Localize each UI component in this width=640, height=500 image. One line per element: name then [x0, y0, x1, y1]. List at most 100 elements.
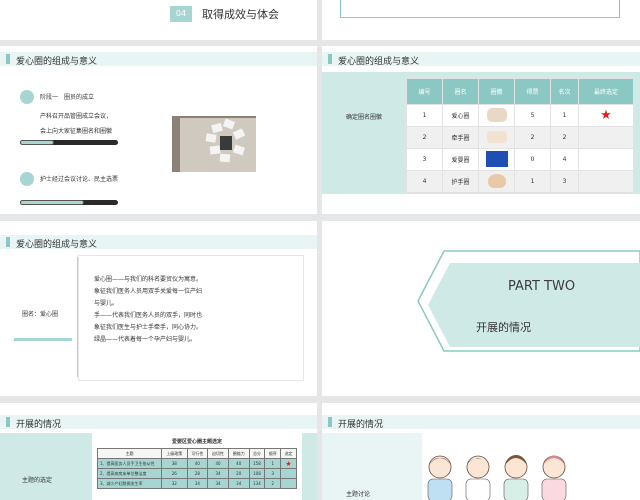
col-header: 编号: [406, 78, 443, 105]
cell-votes: 0: [514, 148, 551, 171]
cell-name: 爱心圈: [442, 104, 479, 127]
description: 爱心圈——与我们的科名要贸仪为寓意。 象征我们医务人员用双手关爱每一位产妇 与婴…: [94, 275, 294, 344]
slide-3[interactable]: 爱心圈的组成与意义 阶段一 圈员的成立 产科召开品管圈成立会议， 会上向大家征集…: [0, 46, 317, 214]
name-label: 圈名：爱心圈: [22, 311, 59, 318]
section-number-box: 04: [170, 6, 192, 22]
photo-board: [172, 116, 256, 172]
star-icon: ★: [600, 108, 612, 123]
table-row: 3、减少产妇跌倒发生率 32 34 34 34 134 2: [97, 478, 297, 489]
cell-no: 1: [406, 104, 443, 127]
baby-hands-icon: [485, 150, 508, 167]
slide-1[interactable]: 04 取得成效与体会: [0, 0, 317, 40]
cell: 2: [264, 478, 282, 489]
desc-line: 爱心圈——与我们的科名要贸仪为寓意。: [94, 276, 203, 283]
col-header: 圈名: [442, 78, 479, 105]
logo-cell: [478, 104, 515, 127]
stage1-label: 阶段一 圈员的成立: [40, 93, 94, 102]
stage1-text: 圈员的成立: [63, 94, 94, 101]
col-header: 选定: [280, 448, 297, 459]
cell: 40: [207, 458, 229, 469]
cell: [280, 478, 297, 489]
header-accent: [328, 54, 332, 64]
photo-center-card: [220, 136, 232, 150]
cell: 34: [186, 478, 209, 489]
part-label: PART TWO: [508, 279, 576, 294]
col-header: 可行性: [186, 448, 209, 459]
cell-no: 2: [406, 126, 443, 149]
table-row: 3 爱婴圈 0 4: [406, 148, 634, 171]
label-underline: [14, 338, 72, 341]
slide-title: 爱心圈的组成与意义: [16, 240, 98, 250]
slide-7[interactable]: 开展的情况 主题的选定 爱婴区爱心圈主题选定 主题 上级政策 可行性 迫切性 圈…: [0, 403, 317, 500]
col-header: 主题: [97, 448, 162, 459]
cell: ★: [280, 458, 297, 469]
cupped-hands-icon: [487, 173, 506, 188]
stage1-label-text: 阶段一: [40, 94, 59, 101]
cell-votes: 1: [514, 170, 551, 193]
teal-strip: [322, 433, 422, 500]
side-label: 主题的选定: [22, 477, 53, 484]
slide-title: 爱心圈的组成与意义: [338, 57, 420, 67]
col-header: 最终选定: [578, 78, 634, 105]
staff-figure-4: [541, 455, 567, 500]
table-row: 2 牵手圈 2 2: [406, 126, 634, 149]
handshake-icon: [486, 130, 507, 143]
cell: 3: [264, 468, 282, 479]
topic-table-header: 主题 上级政策 可行性 迫切性 圈能力 总分 顺序 选定: [97, 448, 297, 459]
slide-8[interactable]: 开展的情况 主题讨论: [322, 403, 640, 500]
cell-selected: [578, 148, 634, 171]
desc-line: 手——代表我们医务人员的双手，同时也: [94, 312, 203, 319]
part-subtitle: 开展的情况: [476, 321, 531, 334]
cell: 32: [161, 478, 188, 489]
hexagon-banner: [417, 250, 640, 352]
cell: 108: [248, 468, 266, 479]
col-header: 圈徽: [478, 78, 515, 105]
cell: 20: [227, 468, 250, 479]
cell-rank: 2: [550, 126, 579, 149]
slide-6[interactable]: PART TWO 开展的情况: [322, 221, 640, 396]
logo-cell: [478, 170, 515, 193]
cell: 1、提高医务人员手卫生依从性: [97, 458, 162, 469]
col-header: 迫切性: [207, 448, 229, 459]
side-label: 确定圈名圈徽: [346, 114, 383, 121]
staff-figure-2: [465, 455, 491, 500]
logo-cell: [478, 148, 515, 171]
cell-name: 护手圈: [442, 170, 479, 193]
star-icon: ★: [285, 459, 292, 468]
stage1-dot: [20, 90, 34, 104]
cell: 34: [227, 478, 250, 489]
vote-table-header: 编号 圈名 圈徽 得票 名次 最终选定: [406, 78, 634, 105]
slide-2[interactable]: [322, 0, 640, 40]
cell: 2、提高病房床单位整洁度: [97, 468, 162, 479]
cell: 3、减少产妇跌倒发生率: [97, 478, 162, 489]
vote-table: 编号 圈名 圈徽 得票 名次 最终选定 1 爱心圈 5 1 ★ 2 牵手圈 2: [406, 78, 634, 193]
cell: 134: [248, 478, 266, 489]
cell: 40: [186, 458, 209, 469]
cell-rank: 3: [550, 170, 579, 193]
stage1-desc-line1: 产科召开品管圈成立会议，: [40, 113, 113, 120]
cell: 34: [207, 478, 229, 489]
slide-5[interactable]: 爱心圈的组成与意义 圈名：爱心圈 爱心圈——与我们的科名要贸仪为寓意。 象征我们…: [0, 221, 317, 396]
mini-table-title: 爱婴区爱心圈主题选定: [171, 439, 222, 445]
side-label: 主题讨论: [346, 491, 371, 498]
col-header: 总分: [248, 448, 266, 459]
heart-hands-icon: [486, 107, 507, 122]
col-header: 圈能力: [227, 448, 250, 459]
cell-rank: 1: [550, 104, 579, 127]
cell-votes: 5: [514, 104, 551, 127]
slide-title: 爱心圈的组成与意义: [16, 57, 98, 67]
logo-cell: [478, 126, 515, 149]
staff-figure-3: [503, 455, 529, 500]
desc-line: 象征我们医生与护士手牵手，同心协力。: [94, 324, 203, 331]
col-header: 上级政策: [161, 448, 188, 459]
medical-staff-illustration: [427, 455, 567, 500]
section-title: 取得成效与体会: [202, 8, 279, 21]
hexagon-fill: [428, 263, 640, 347]
slide-4[interactable]: 爱心圈的组成与意义 确定圈名圈徽 编号 圈名 圈徽 得票 名次 最终选定 1 爱…: [322, 46, 640, 214]
cell: 1: [264, 458, 282, 469]
table-row: 1 爱心圈 5 1 ★: [406, 104, 634, 127]
cell: 40: [227, 458, 250, 469]
header-accent: [328, 417, 332, 427]
cell: [280, 468, 297, 479]
col-header: 顺序: [264, 448, 282, 459]
